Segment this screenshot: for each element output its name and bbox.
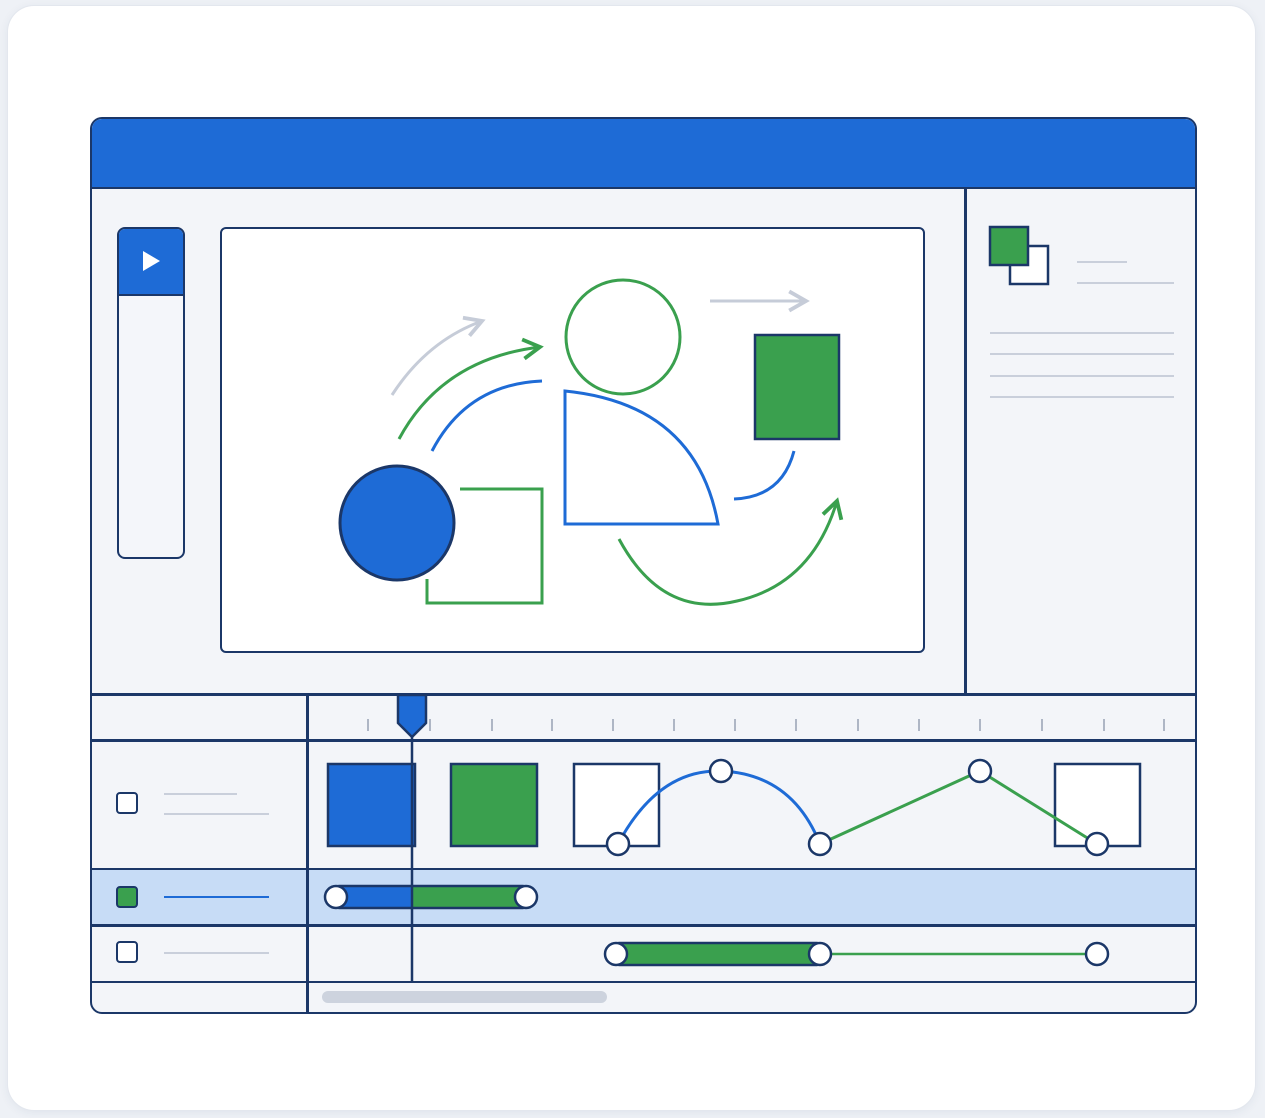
clip-start-handle	[603, 941, 629, 967]
animation-editor-window	[90, 117, 1197, 1014]
window-card	[8, 6, 1255, 1110]
keyframe-green-square	[449, 762, 539, 848]
curve-point	[708, 758, 734, 784]
keyframe-blue-square	[326, 762, 417, 848]
curve-keyframe-points	[605, 758, 1110, 857]
clip-end-handle	[1084, 941, 1110, 967]
curve-point	[1084, 831, 1110, 857]
curve-point	[605, 831, 631, 857]
clip-end-handle	[807, 941, 833, 967]
timeline-graphics	[323, 693, 1165, 981]
clip-end-handle	[513, 884, 539, 910]
timeline-ruler	[367, 719, 1165, 731]
playhead-handle	[396, 693, 428, 739]
curve-point	[967, 758, 993, 784]
clip-start-handle	[323, 884, 349, 910]
clip-green-2	[614, 941, 822, 967]
curve-point	[807, 831, 833, 857]
clip-green	[412, 886, 526, 908]
